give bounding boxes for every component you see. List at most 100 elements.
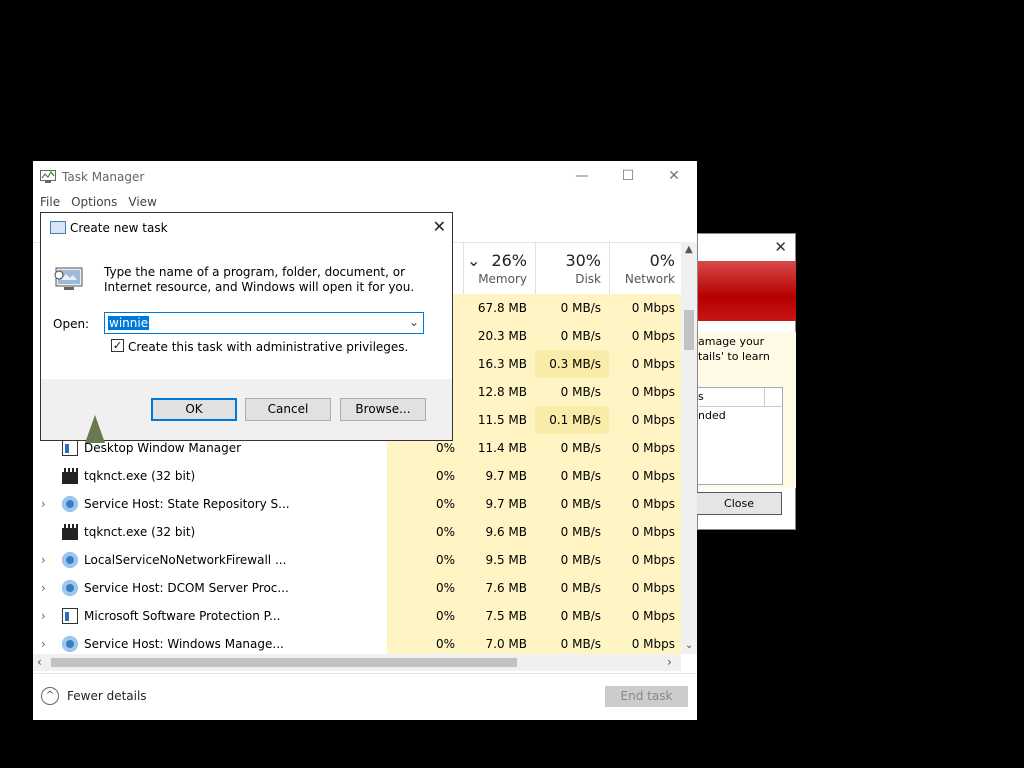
network-cell: 0 Mbps xyxy=(609,350,681,378)
dialog-description: Type the name of a program, folder, docu… xyxy=(104,265,415,294)
disk-cell: 0.3 MB/s xyxy=(535,350,609,378)
details-table-header: s xyxy=(698,388,782,407)
table-row[interactable]: › Service Host: State Repository S... 0% 9.… xyxy=(33,490,681,518)
network-cell: 0 Mbps xyxy=(609,406,681,434)
disk-cell: 0 MB/s xyxy=(535,574,609,602)
scroll-up-icon[interactable]: ▲ xyxy=(685,244,693,255)
memory-cell: 7.0 MB xyxy=(463,630,535,654)
memory-cell: 9.5 MB xyxy=(463,546,535,574)
column-divider xyxy=(764,388,765,406)
memory-cell: 12.8 MB xyxy=(463,378,535,406)
browse-button[interactable]: Browse... xyxy=(340,398,426,421)
table-row[interactable]: tqknct.exe (32 bit) 0% 9.7 MB 0 MB/s 0 Mbps xyxy=(33,462,681,490)
chevron-up-icon[interactable]: ^ xyxy=(41,687,59,705)
cpu-cell: 0% xyxy=(387,518,463,546)
memory-percent: 26% xyxy=(491,251,527,270)
process-name: Microsoft Software Protection P... xyxy=(84,609,281,623)
network-cell: 0 Mbps xyxy=(609,602,681,630)
scroll-down-icon[interactable]: ⌄ xyxy=(685,640,693,651)
table-row[interactable]: › Service Host: Windows Manage... 0% 7.0 MB… xyxy=(33,630,681,654)
network-label: Network xyxy=(624,272,675,286)
vertical-scroll-thumb[interactable] xyxy=(684,310,694,350)
admin-checkbox-label[interactable]: Create this task with administrative pri… xyxy=(128,340,408,354)
expand-chevron-icon[interactable]: › xyxy=(41,553,46,567)
menu-options[interactable]: Options xyxy=(71,192,117,212)
memory-cell: 7.6 MB xyxy=(463,574,535,602)
disk-cell: 0 MB/s xyxy=(535,462,609,490)
network-cell: 0 Mbps xyxy=(609,434,681,462)
close-button[interactable]: Close xyxy=(696,492,782,515)
menu-bar: File Options View xyxy=(33,192,161,212)
column-header-disk[interactable]: 30% Disk xyxy=(535,242,609,294)
column-header-network[interactable]: 0% Network xyxy=(609,242,683,294)
expand-chevron-icon[interactable]: › xyxy=(41,581,46,595)
menu-view[interactable]: View xyxy=(128,192,156,212)
details-cell: nded xyxy=(698,409,726,422)
cpu-cell: 0% xyxy=(387,574,463,602)
error-banner xyxy=(698,261,796,321)
footer: ^ Fewer details End task xyxy=(33,673,697,721)
process-name: Service Host: State Repository S... xyxy=(84,497,290,511)
dialog-title-bar: Create new task ✕ xyxy=(41,213,452,243)
open-input-value[interactable]: winnie xyxy=(108,316,150,330)
title-bar: Task Manager — ☐ ✕ xyxy=(33,161,697,192)
memory-cell: 9.7 MB xyxy=(463,490,535,518)
maximize-button[interactable]: ☐ xyxy=(605,161,651,192)
close-button[interactable]: ✕ xyxy=(651,161,697,192)
task-manager-icon xyxy=(40,170,56,183)
memory-cell: 9.7 MB xyxy=(463,462,535,490)
menu-file[interactable]: File xyxy=(40,192,60,212)
expand-chevron-icon[interactable]: › xyxy=(41,609,46,623)
cancel-button[interactable]: Cancel xyxy=(245,398,331,421)
close-icon[interactable]: ✕ xyxy=(774,238,787,256)
horizontal-scroll-thumb[interactable] xyxy=(51,658,517,667)
error-message-line: amage your xyxy=(698,335,765,348)
disk-cell: 0 MB/s xyxy=(535,378,609,406)
memory-cell: 11.4 MB xyxy=(463,434,535,462)
disk-cell: 0.1 MB/s xyxy=(535,406,609,434)
end-task-button[interactable]: End task xyxy=(605,686,688,707)
clapper-icon xyxy=(62,524,78,540)
expand-chevron-icon[interactable]: › xyxy=(41,497,46,511)
error-message-line: tails' to learn xyxy=(698,350,770,363)
chevron-down-icon[interactable]: ⌄ xyxy=(409,315,419,329)
disk-cell: 0 MB/s xyxy=(535,490,609,518)
table-row[interactable]: › LocalServiceNoNetworkFirewall ... 0% 9.5 … xyxy=(33,546,681,574)
vertical-scrollbar[interactable]: ▲ ⌄ xyxy=(681,242,697,654)
ok-button[interactable]: OK xyxy=(151,398,237,421)
cpu-cell: 0% xyxy=(387,546,463,574)
table-row[interactable]: › Service Host: DCOM Server Proc... 0% 7.6 … xyxy=(33,574,681,602)
gear-icon xyxy=(62,496,78,512)
memory-cell: 11.5 MB xyxy=(463,406,535,434)
network-cell: 0 Mbps xyxy=(609,490,681,518)
background-error-window: ✕ amage your tails' to learn s nded Clos… xyxy=(696,233,796,530)
memory-cell: 9.6 MB xyxy=(463,518,535,546)
process-name: tqknct.exe (32 bit) xyxy=(84,469,196,483)
table-row[interactable]: › Microsoft Software Protection P... 0% 7.5… xyxy=(33,602,681,630)
fewer-details-link[interactable]: Fewer details xyxy=(67,689,147,703)
table-row[interactable]: tqknct.exe (32 bit) 0% 9.6 MB 0 MB/s 0 Mbps xyxy=(33,518,681,546)
close-icon[interactable]: ✕ xyxy=(433,217,446,236)
scroll-right-icon[interactable]: › xyxy=(667,655,672,669)
window-title: Task Manager xyxy=(62,170,145,184)
disk-cell: 0 MB/s xyxy=(535,322,609,350)
disk-cell: 0 MB/s xyxy=(535,294,609,322)
process-name: Desktop Window Manager xyxy=(84,441,242,455)
column-header-memory[interactable]: 26% Memory xyxy=(463,242,535,294)
network-cell: 0 Mbps xyxy=(609,574,681,602)
memory-cell: 67.8 MB xyxy=(463,294,535,322)
expand-chevron-icon[interactable]: › xyxy=(41,637,46,651)
admin-checkbox[interactable]: ✓ xyxy=(111,339,124,352)
create-new-task-dialog: Create new task ✕ Type the name of a pro… xyxy=(40,212,453,441)
memory-cell: 16.3 MB xyxy=(463,350,535,378)
details-header-cell: s xyxy=(698,390,704,403)
gear-icon xyxy=(62,636,78,652)
minimize-button[interactable]: — xyxy=(559,161,605,192)
open-combobox[interactable]: winnie ⌄ xyxy=(104,312,424,334)
network-cell: 0 Mbps xyxy=(609,518,681,546)
network-cell: 0 Mbps xyxy=(609,546,681,574)
network-cell: 0 Mbps xyxy=(609,462,681,490)
memory-label: Memory xyxy=(478,272,527,286)
horizontal-scrollbar[interactable]: ‹ › xyxy=(33,654,681,671)
scroll-left-icon[interactable]: ‹ xyxy=(37,655,42,669)
